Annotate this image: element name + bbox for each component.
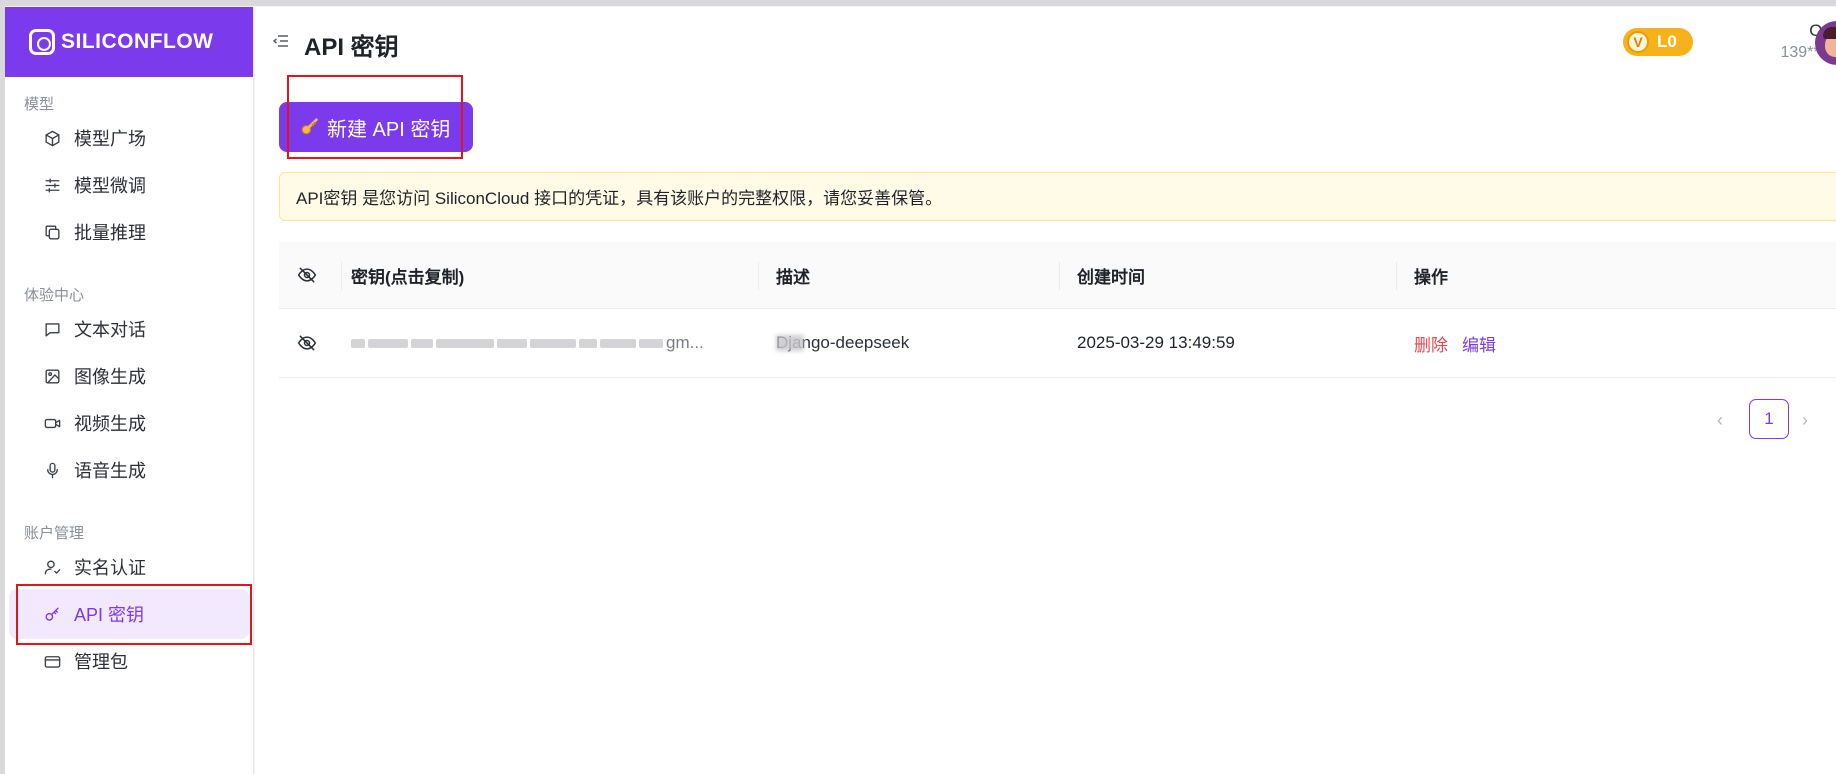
created-time-cell: 2025-03-29 13:49:59 — [1077, 333, 1235, 352]
header-key: 密钥(点击复制) — [351, 267, 465, 287]
group-title-account: 账户管理 — [24, 525, 85, 542]
sidebar-item-video-gen[interactable]: 视频生成 — [9, 398, 249, 448]
sidebar-item-label: 图像生成 — [74, 367, 146, 387]
column-divider — [341, 262, 342, 290]
chat-icon — [42, 319, 62, 339]
column-divider — [1059, 262, 1060, 290]
cube-icon — [42, 128, 62, 148]
main-content: API 密钥 V L0 Oxdrurl 139*****483 新建 API 密… — [255, 7, 1836, 774]
masked-key-segment — [639, 338, 663, 348]
blur-overlay — [776, 335, 804, 351]
group-title-experience: 体验中心 — [24, 287, 85, 304]
sidebar: SILICONFLOW 模型 模型广场 模型微调 批量推理 体验中心 文本对话 … — [5, 7, 254, 774]
masked-key-segment — [600, 338, 636, 348]
api-key-value[interactable]: gm... — [351, 309, 711, 377]
column-divider — [1396, 262, 1397, 290]
sidebar-item-image-gen[interactable]: 图像生成 — [9, 351, 249, 401]
collapse-menu-icon[interactable] — [273, 34, 289, 48]
masked-key-segment — [579, 338, 597, 348]
sidebar-item-label: 实名认证 — [74, 558, 146, 578]
description-cell: Django-deepseek — [776, 309, 909, 377]
avatar-hair — [1823, 27, 1836, 39]
browser-frame-top — [0, 0, 1836, 6]
sidebar-item-fine-tune[interactable]: 模型微调 — [9, 160, 249, 210]
copy-icon — [42, 222, 62, 242]
header-actions: 操作 — [1414, 267, 1448, 287]
sidebar-item-model-square[interactable]: 模型广场 — [9, 113, 249, 163]
siliconflow-logo-icon — [29, 29, 55, 55]
highlight-box-create — [287, 75, 463, 159]
pagination-prev[interactable]: ‹ — [1710, 410, 1730, 430]
eye-off-icon[interactable] — [297, 242, 317, 308]
masked-key-segment — [497, 338, 527, 348]
header-created-time: 创建时间 — [1077, 267, 1145, 287]
header-description: 描述 — [776, 267, 810, 287]
edit-link[interactable]: 编辑 — [1462, 331, 1496, 356]
actions-cell: 删除 编辑 — [1414, 309, 1496, 377]
masked-key-segment — [436, 338, 494, 348]
video-icon — [42, 413, 62, 433]
sliders-icon — [42, 175, 62, 195]
masked-key-segment — [351, 338, 365, 348]
delete-link[interactable]: 删除 — [1414, 331, 1448, 356]
level-badge[interactable]: V L0 — [1623, 28, 1693, 56]
image-icon — [42, 366, 62, 386]
table-row: gm... Django-deepseek 2025-03-29 13:49:5… — [279, 309, 1836, 378]
sidebar-item-package[interactable]: 管理包 — [9, 636, 249, 686]
description-text: Django-deepseek — [776, 333, 909, 353]
brand-name: SILICONFLOW — [61, 30, 214, 53]
user-check-icon — [42, 557, 62, 577]
api-key-suffix: gm... — [666, 333, 704, 352]
mic-icon — [42, 460, 62, 480]
notice-text: API密钥 是您访问 SiliconCloud 接口的凭证，具有该账户的完整权限… — [296, 189, 943, 208]
page-title: API 密钥 — [304, 34, 399, 61]
api-key-table: 密钥(点击复制) 描述 创建时间 操作 gm... Django-deepsee… — [279, 242, 1836, 378]
pagination-next[interactable]: › — [1795, 410, 1815, 430]
masked-key-segment — [530, 338, 576, 348]
vip-icon: V — [1627, 31, 1649, 53]
sidebar-item-batch-inference[interactable]: 批量推理 — [9, 207, 249, 257]
masked-key-segment — [411, 338, 433, 348]
table-header: 密钥(点击复制) 描述 创建时间 操作 — [279, 242, 1836, 309]
level-label: L0 — [1657, 32, 1677, 51]
sidebar-item-label: 批量推理 — [74, 223, 146, 243]
sidebar-item-text-chat[interactable]: 文本对话 — [9, 304, 249, 354]
sidebar-item-label: 语音生成 — [74, 461, 146, 481]
eye-off-icon[interactable] — [297, 309, 317, 377]
sidebar-item-label: 管理包 — [74, 652, 128, 672]
masked-key-segment — [368, 338, 408, 348]
card-icon — [42, 651, 62, 671]
pagination-page[interactable]: 1 — [1749, 399, 1789, 439]
brand-header[interactable]: SILICONFLOW — [5, 7, 253, 77]
sidebar-item-label: 模型微调 — [74, 176, 146, 196]
sidebar-item-voice-gen[interactable]: 语音生成 — [9, 445, 249, 495]
group-title-models: 模型 — [24, 96, 55, 113]
api-key-notice: API密钥 是您访问 SiliconCloud 接口的凭证，具有该账户的完整权限… — [279, 172, 1836, 221]
column-divider — [758, 262, 759, 290]
sidebar-item-label: 视频生成 — [74, 414, 146, 434]
sidebar-item-label: 文本对话 — [74, 320, 146, 340]
sidebar-item-label: 模型广场 — [74, 129, 146, 149]
